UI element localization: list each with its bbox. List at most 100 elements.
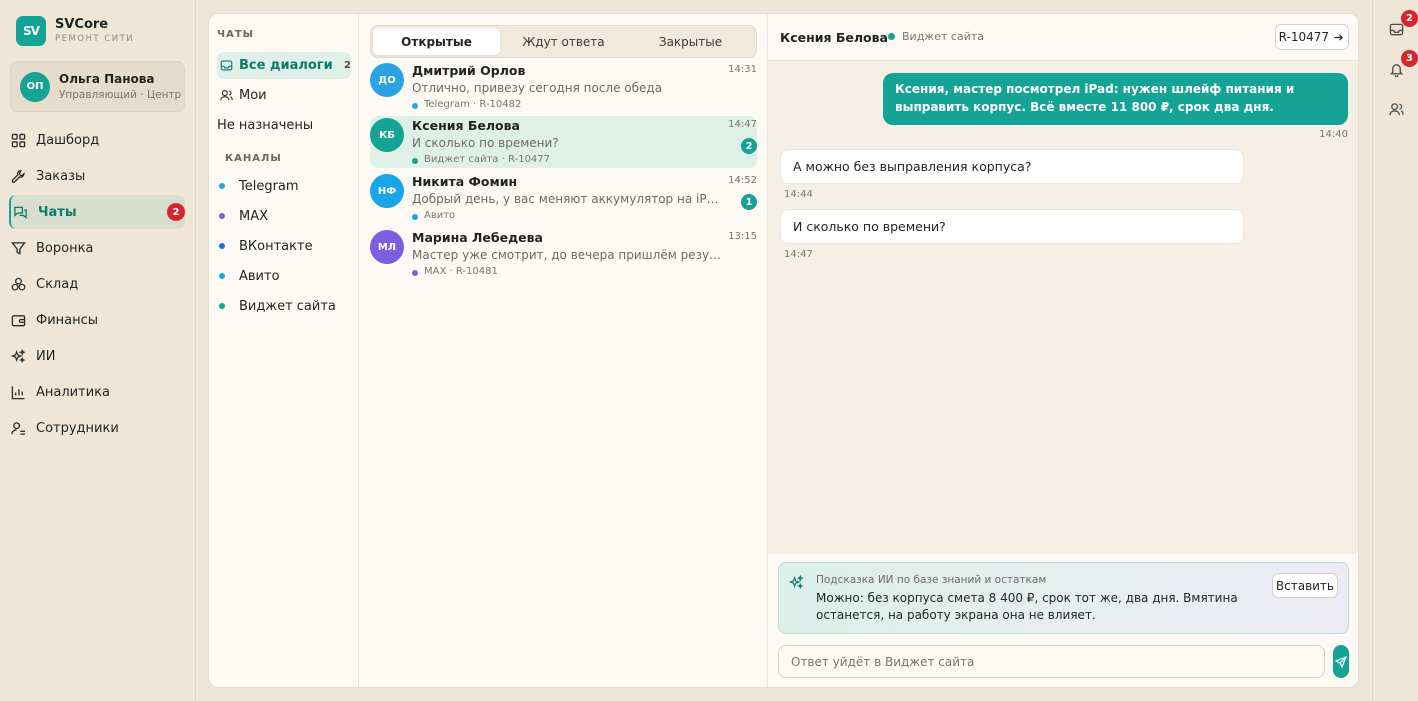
dialog-time: 14:52 [728, 175, 757, 186]
nav-item-staff[interactable]: Сотрудники [9, 411, 185, 445]
boxes-icon [11, 277, 26, 291]
sparkles-icon [789, 575, 804, 590]
dialog-tabs: Открытые Ждут ответа Закрытые [370, 25, 757, 58]
dialog-preview: Отлично, привезу сегодня после обеда [412, 81, 663, 95]
filter-label: Мои [239, 88, 267, 103]
message-area[interactable]: Ксения, мастер посмотрел iPad: нужен шле… [768, 61, 1358, 554]
message-time: 14:47 [784, 249, 813, 260]
nav-label: Сотрудники [36, 420, 119, 436]
channel-avito[interactable]: Авито [217, 266, 280, 286]
user-card[interactable]: ОП Ольга Панова Управляющий · Центр [10, 61, 185, 112]
channel-vk[interactable]: ВКонтакте [217, 236, 313, 256]
channel-dot [219, 303, 225, 309]
channel-label: Авито [239, 268, 280, 284]
inbox-icon [220, 60, 233, 71]
dialog-preview: Мастер уже смотрит, до вечера пришлём ре… [412, 248, 722, 262]
unread-badge: 1 [741, 194, 757, 210]
dialog-item[interactable]: НФ Никита Фомин 14:52 Добрый день, у вас… [370, 172, 757, 224]
sparkles-icon [11, 349, 26, 364]
nav-item-analytics[interactable]: Аналитика [9, 375, 185, 409]
nav-item-chats[interactable]: Чаты 2 [9, 195, 185, 229]
channel-site-widget[interactable]: Виджет сайта [217, 296, 336, 316]
nav-label: Воронка [36, 240, 94, 256]
tab-closed[interactable]: Закрытые [627, 28, 754, 55]
nav-label: ИИ [36, 348, 56, 364]
dialog-item[interactable]: МЛ Марина Лебедева 13:15 Мастер уже смот… [370, 228, 757, 280]
message-time: 14:44 [784, 189, 813, 200]
chat-channel-label: Виджет сайта [902, 30, 984, 43]
dialog-time: 14:47 [728, 119, 757, 130]
brand-name: SVCore [55, 17, 109, 32]
nav-label: Чаты [38, 204, 77, 220]
chat-icon [14, 206, 27, 220]
nav-label: Аналитика [36, 384, 110, 400]
avatar: НФ [370, 174, 404, 208]
right-rail: 2 3 [1372, 0, 1418, 701]
insert-hint-button[interactable]: Вставить [1271, 573, 1338, 598]
nav-item-warehouse[interactable]: Склад [9, 267, 185, 301]
dialog-preview: И сколько по времени? [412, 136, 559, 150]
dialog-item[interactable]: ДО Дмитрий Орлов 14:31 Отлично, привезу … [370, 61, 757, 113]
nav-label: Дашборд [36, 132, 100, 148]
message-incoming: И сколько по времени? [780, 209, 1244, 244]
tab-awaiting-reply[interactable]: Ждут ответа [500, 28, 627, 55]
dialog-name: Марина Лебедева [412, 230, 543, 245]
message-time: 14:40 [1319, 129, 1348, 140]
dialog-name: Дмитрий Орлов [412, 63, 526, 78]
channel-max[interactable]: MAX [217, 206, 268, 226]
brand-subtitle: РЕМОНТ СИТИ [55, 34, 135, 44]
user-name: Ольга Панова [59, 71, 155, 86]
channel-dot [219, 183, 225, 189]
nav-item-finance[interactable]: Финансы [9, 303, 185, 337]
arrow-right-icon [1334, 33, 1344, 41]
nav-item-dashboard[interactable]: Дашборд [9, 123, 185, 157]
channel-dot [219, 213, 225, 219]
send-button[interactable] [1333, 645, 1349, 678]
filter-label: Все диалоги [239, 58, 333, 73]
dialog-preview: Добрый день, у вас меняют аккумулятор на… [412, 192, 722, 206]
channel-dot [412, 103, 418, 109]
nav-label: Склад [36, 276, 79, 292]
reply-input[interactable] [778, 645, 1325, 678]
dialog-meta-text: Telegram · R-10482 [424, 99, 522, 110]
channel-label: Telegram [239, 178, 299, 194]
notifications-badge: 3 [1401, 50, 1418, 67]
section-title-chats: ЧАТЫ [217, 29, 255, 40]
bell-icon[interactable] [1389, 62, 1404, 77]
main-nav: Дашборд Заказы Чаты 2 Воронка Склад Фина… [0, 123, 196, 447]
filter-mine[interactable]: Мои [217, 82, 351, 109]
filter-label: Не назначены [217, 118, 314, 133]
channel-dot [412, 270, 418, 276]
users-icon[interactable] [1389, 102, 1404, 117]
nav-label: Финансы [36, 312, 99, 328]
channel-dot [412, 158, 418, 164]
users-icon [220, 90, 233, 101]
message-outgoing: Ксения, мастер посмотрел iPad: нужен шле… [883, 73, 1348, 125]
dialog-meta: MAX · R-10481 [412, 266, 498, 277]
avatar: МЛ [370, 230, 404, 264]
user-role: Управляющий · Центр [59, 88, 182, 101]
dialog-item[interactable]: КБ Ксения Белова 14:47 И сколько по врем… [370, 116, 757, 168]
ai-hint-text: Можно: без корпуса смета 8 400 ₽, срок т… [816, 591, 1238, 622]
open-order-button[interactable]: R-10477 [1274, 24, 1349, 50]
filter-unassigned[interactable]: Не назначены [217, 112, 351, 139]
nav-item-orders[interactable]: Заказы [9, 159, 185, 193]
dialog-name: Ксения Белова [412, 118, 520, 133]
channel-telegram[interactable]: Telegram [217, 176, 299, 196]
avatar: КБ [370, 118, 404, 152]
tab-open[interactable]: Открытые [373, 28, 500, 55]
dialog-time: 13:15 [728, 231, 757, 242]
dialog-meta: Авито [412, 210, 455, 221]
dialog-meta-text: MAX · R-10481 [424, 266, 498, 277]
nav-item-funnel[interactable]: Воронка [9, 231, 185, 265]
nav-item-ai[interactable]: ИИ [9, 339, 185, 373]
channel-dot [219, 273, 225, 279]
chat-contact-name: Ксения Белова [780, 30, 888, 45]
message-incoming: А можно без выправления корпуса? [780, 149, 1244, 184]
inbox-icon[interactable] [1389, 22, 1404, 37]
order-number: R-10477 [1278, 30, 1329, 44]
brand[interactable]: SV SVCore РЕМОНТ СИТИ [16, 16, 134, 46]
users-icon [11, 422, 26, 435]
filter-all-dialogs[interactable]: Все диалоги 2 [217, 52, 351, 79]
send-icon [1335, 655, 1347, 668]
